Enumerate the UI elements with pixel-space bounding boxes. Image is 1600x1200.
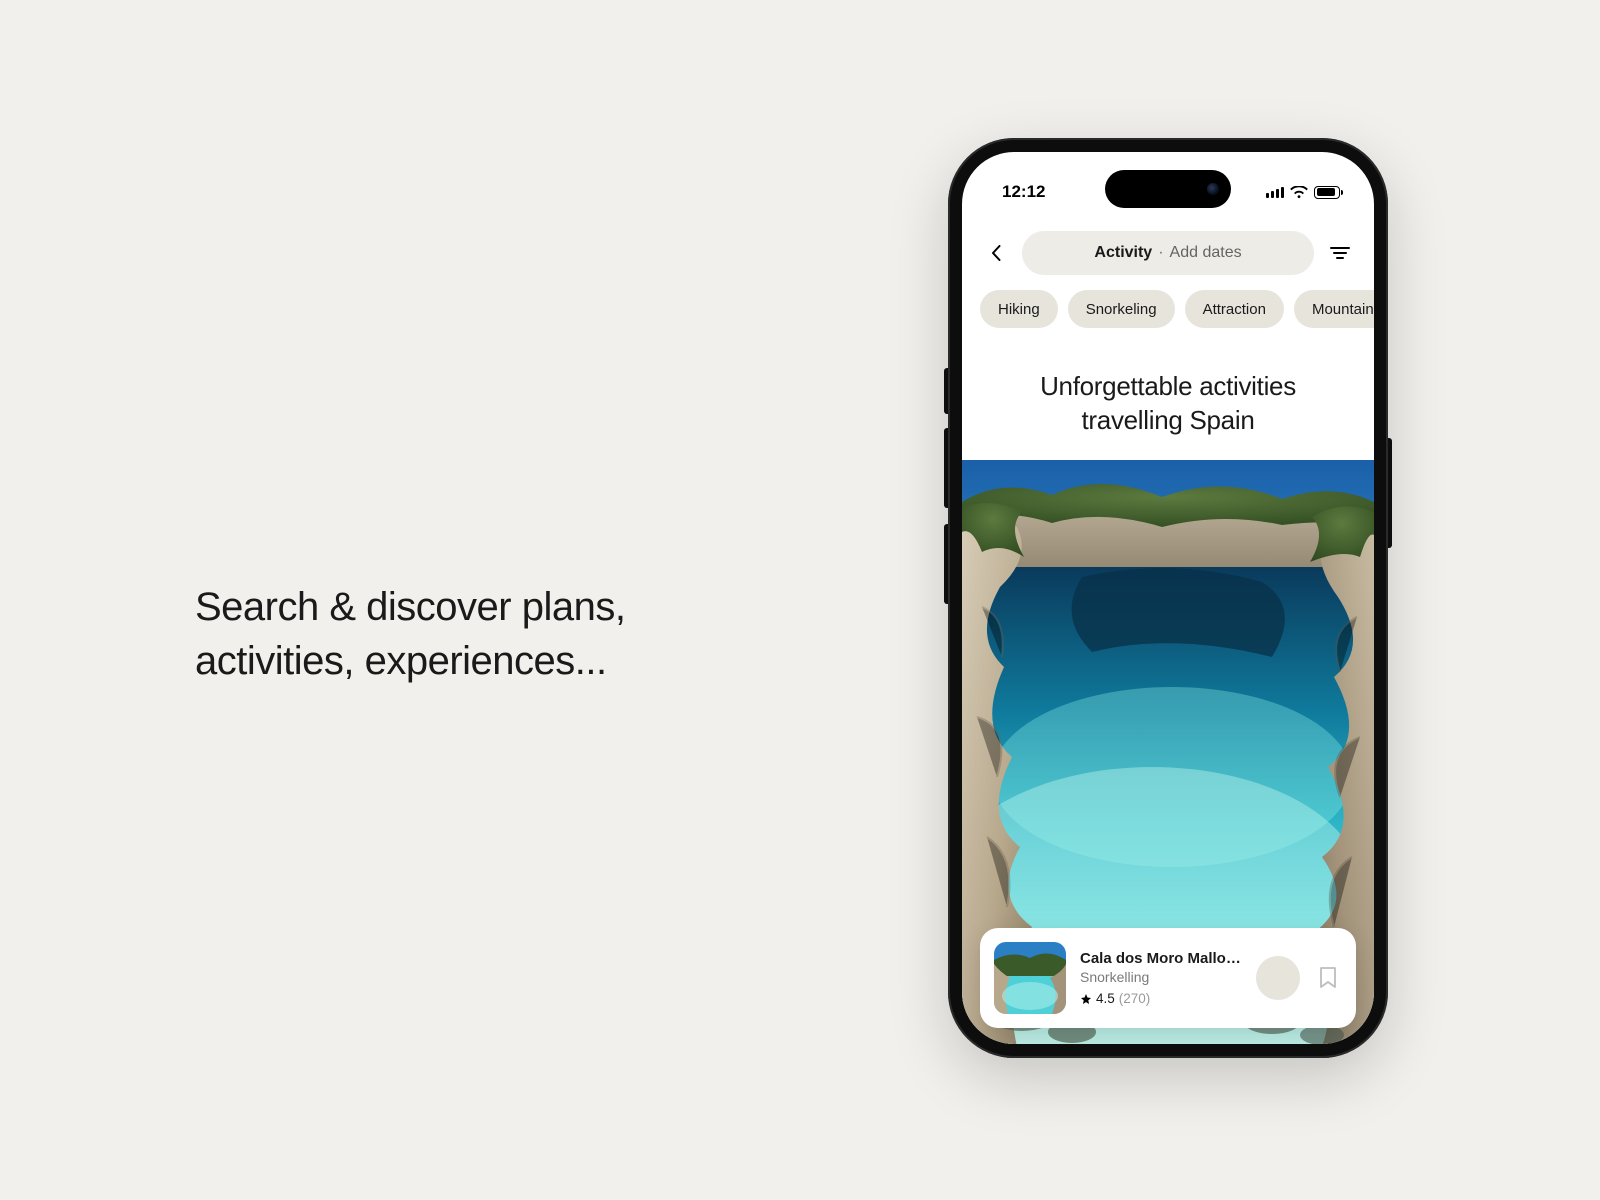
search-pill[interactable]: Activity · Add dates [1022, 231, 1314, 275]
section-heading: Unforgettable activities travelling Spai… [962, 370, 1374, 438]
marketing-headline: Search & discover plans, activities, exp… [195, 580, 625, 688]
back-button[interactable] [980, 237, 1012, 269]
status-indicators [1266, 186, 1340, 199]
rating-count: (270) [1119, 991, 1151, 1006]
chip-snorkeling[interactable]: Snorkeling [1068, 290, 1175, 328]
battery-icon [1314, 186, 1340, 199]
cellular-signal-icon [1266, 186, 1284, 198]
search-label: Activity [1094, 244, 1152, 262]
chip-attraction[interactable]: Attraction [1185, 290, 1284, 328]
host-avatar [1256, 956, 1300, 1000]
search-hint: Add dates [1170, 244, 1242, 262]
top-bar: Activity · Add dates [962, 224, 1374, 282]
filter-button[interactable] [1324, 237, 1356, 269]
card-category: Snorkelling [1080, 969, 1242, 985]
star-icon [1080, 993, 1092, 1005]
category-chips: Hiking Snorkeling Attraction Mountain Bi [962, 290, 1374, 338]
chip-hiking[interactable]: Hiking [980, 290, 1058, 328]
bookmark-icon [1319, 967, 1337, 989]
dynamic-island [1105, 170, 1231, 208]
chevron-left-icon [991, 245, 1001, 261]
card-body: Cala dos Moro Mallorca Snorkelling 4.5 (… [1080, 950, 1242, 1006]
marketing-copy: Search & discover plans, activities, exp… [195, 580, 625, 688]
card-rating: 4.5 (270) [1080, 991, 1242, 1006]
save-button[interactable] [1314, 964, 1342, 992]
activity-card[interactable]: Cala dos Moro Mallorca Snorkelling 4.5 (… [980, 928, 1356, 1028]
status-time: 12:12 [1002, 182, 1045, 202]
phone-frame: 12:12 Activity · Add dates [948, 138, 1388, 1058]
card-thumbnail [994, 942, 1066, 1014]
rating-value: 4.5 [1096, 991, 1115, 1006]
camera-dot [1207, 183, 1219, 195]
chip-mountain-biking[interactable]: Mountain Bi [1294, 290, 1374, 328]
filter-icon [1330, 245, 1350, 261]
card-title: Cala dos Moro Mallorca [1080, 950, 1242, 967]
phone-screen: 12:12 Activity · Add dates [962, 152, 1374, 1044]
wifi-icon [1290, 186, 1308, 199]
